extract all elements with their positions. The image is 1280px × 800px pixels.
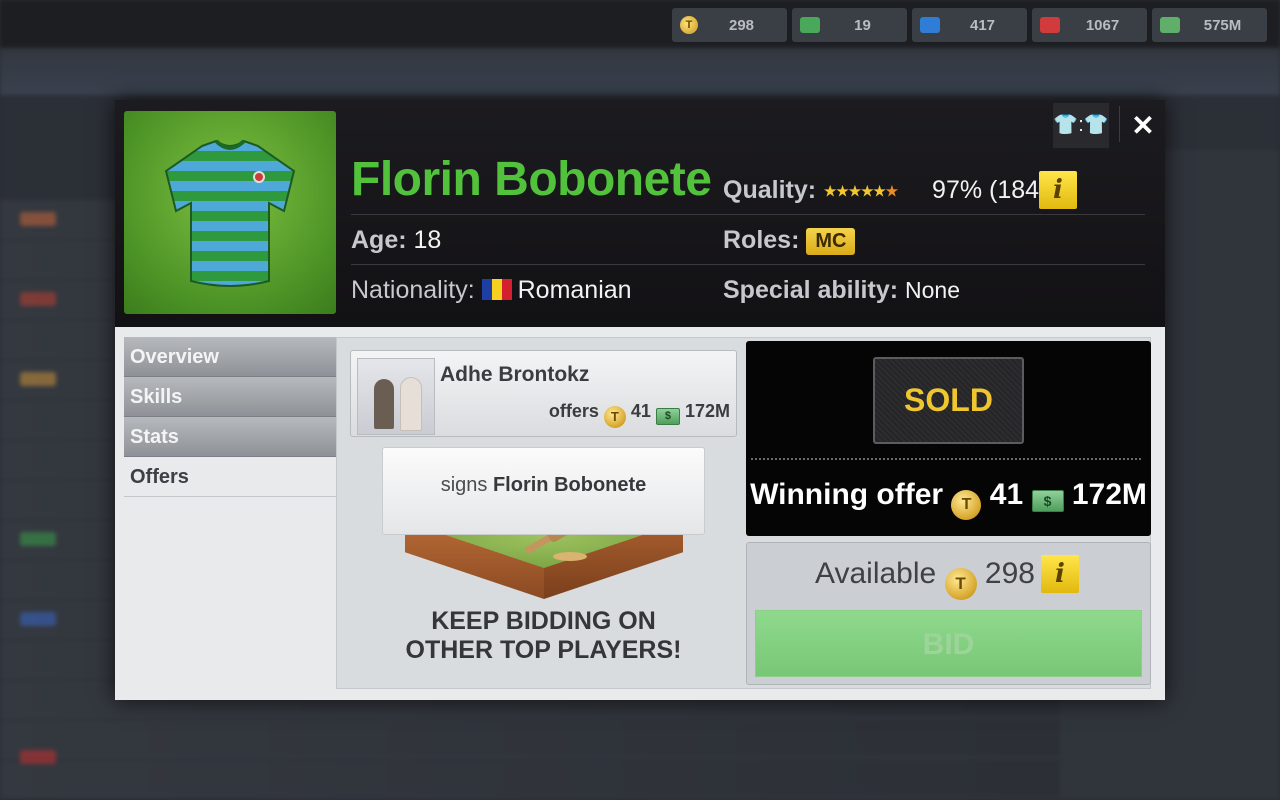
- nationality-label: Nationality:: [351, 276, 475, 304]
- role-badge: MC: [806, 227, 856, 255]
- player-tabs: Overview Skills Stats Offers: [124, 337, 336, 497]
- coin-icon: [680, 16, 698, 34]
- player-header: Florin Bobonete Age: 18 Nationality: Rom…: [115, 100, 1165, 327]
- bidder-offer: offers T 41 $ 172M: [549, 401, 730, 428]
- winning-cash: 172M: [1071, 478, 1147, 511]
- resource-coins[interactable]: 298: [672, 8, 787, 42]
- tab-skills[interactable]: Skills: [124, 377, 336, 417]
- divider: [351, 264, 1145, 265]
- energy-icon: [920, 17, 940, 33]
- available-coins: Available T 298: [815, 557, 1035, 600]
- quality-label: Quality:: [723, 176, 817, 204]
- keep-bidding-line2: OTHER TOP PLAYERS!: [405, 636, 682, 664]
- quality-info-button[interactable]: i: [1039, 171, 1077, 209]
- player-quality: Quality: ★★★★★★ 97% (184): [723, 176, 1047, 205]
- keep-bidding-line1: KEEP BIDDING ON: [431, 607, 656, 635]
- player-roles: Roles: MC: [723, 226, 856, 255]
- quality-stars-icon: ★★★★★: [823, 183, 887, 201]
- signs-message: signs Florin Bobonete: [382, 447, 705, 535]
- tab-stats[interactable]: Stats: [124, 417, 336, 457]
- quality-value: 97% (184): [932, 176, 1048, 204]
- coin-icon: T: [944, 568, 977, 600]
- coin-icon: T: [603, 406, 626, 428]
- jersey-icon: [164, 139, 296, 287]
- divider: [751, 458, 1141, 460]
- sold-badge: SOLD: [873, 357, 1024, 444]
- special-value: None: [905, 277, 960, 303]
- player-special-ability: Special ability: None: [723, 276, 960, 305]
- resource-bar: 298 19 417 1067 575M: [672, 8, 1267, 42]
- tab-offers[interactable]: Offers: [124, 457, 336, 497]
- player-name: Florin Bobonete: [351, 153, 712, 206]
- winning-offer: Winning offer T 41 $ 172M: [746, 478, 1151, 520]
- romania-flag-icon: [481, 279, 512, 300]
- coin-icon: T: [951, 490, 982, 520]
- signs-prefix: signs: [440, 474, 488, 496]
- offers-label: offers: [548, 401, 599, 421]
- medical-icon: [1040, 17, 1060, 33]
- divider: [351, 214, 1145, 215]
- available-value: 298: [984, 557, 1035, 590]
- green-token-icon: [800, 17, 820, 33]
- player-age: Age: 18: [351, 226, 441, 255]
- available-info-button[interactable]: i: [1041, 555, 1079, 593]
- resource-energy[interactable]: 417: [912, 8, 1027, 42]
- winning-bidder-card[interactable]: Adhe Brontokz offers T 41 $ 172M: [350, 350, 737, 437]
- offer-cash: 172M: [684, 401, 730, 421]
- available-panel: Available T 298 i BID: [746, 542, 1151, 685]
- half-star-icon: ★: [884, 183, 900, 201]
- avatar: [357, 358, 435, 435]
- keep-bidding-message: KEEP BIDDING ON OTHER TOP PLAYERS!: [337, 607, 750, 665]
- cash-icon: $: [655, 408, 680, 425]
- special-label: Special ability:: [723, 276, 899, 304]
- compare-jersey-button[interactable]: 👕:👕: [1053, 103, 1109, 148]
- nationality-value: Romanian: [517, 276, 632, 304]
- resource-green-tokens[interactable]: 19: [792, 8, 907, 42]
- auction-result-panel: SOLD Winning offer T 41 $ 172M: [746, 341, 1151, 536]
- offer-coins: 41: [630, 401, 651, 421]
- close-button[interactable]: ✕: [1121, 103, 1165, 148]
- tab-overview[interactable]: Overview: [124, 337, 336, 377]
- bid-button[interactable]: BID: [755, 610, 1142, 677]
- cash-icon: [1160, 17, 1180, 33]
- bidder-name: Adhe Brontokz: [440, 363, 590, 386]
- player-jersey: [124, 111, 336, 314]
- winning-offer-label: Winning offer: [750, 478, 944, 511]
- resource-medical[interactable]: 1067: [1032, 8, 1147, 42]
- age-label: Age:: [351, 226, 407, 254]
- available-label: Available: [815, 557, 937, 590]
- age-value: 18: [413, 226, 442, 254]
- resource-cash[interactable]: 575M: [1152, 8, 1267, 42]
- cash-icon: $: [1031, 490, 1064, 512]
- roles-label: Roles:: [723, 226, 800, 254]
- winning-coins: 41: [989, 478, 1024, 511]
- player-nationality: Nationality: Romanian: [351, 276, 632, 305]
- player-modal: Florin Bobonete Age: 18 Nationality: Rom…: [115, 100, 1165, 700]
- divider: [1119, 106, 1120, 142]
- signs-player-name: Florin Bobonete: [492, 474, 647, 496]
- offers-panel: Adhe Brontokz offers T 41 $ 172M signs F…: [336, 337, 1151, 689]
